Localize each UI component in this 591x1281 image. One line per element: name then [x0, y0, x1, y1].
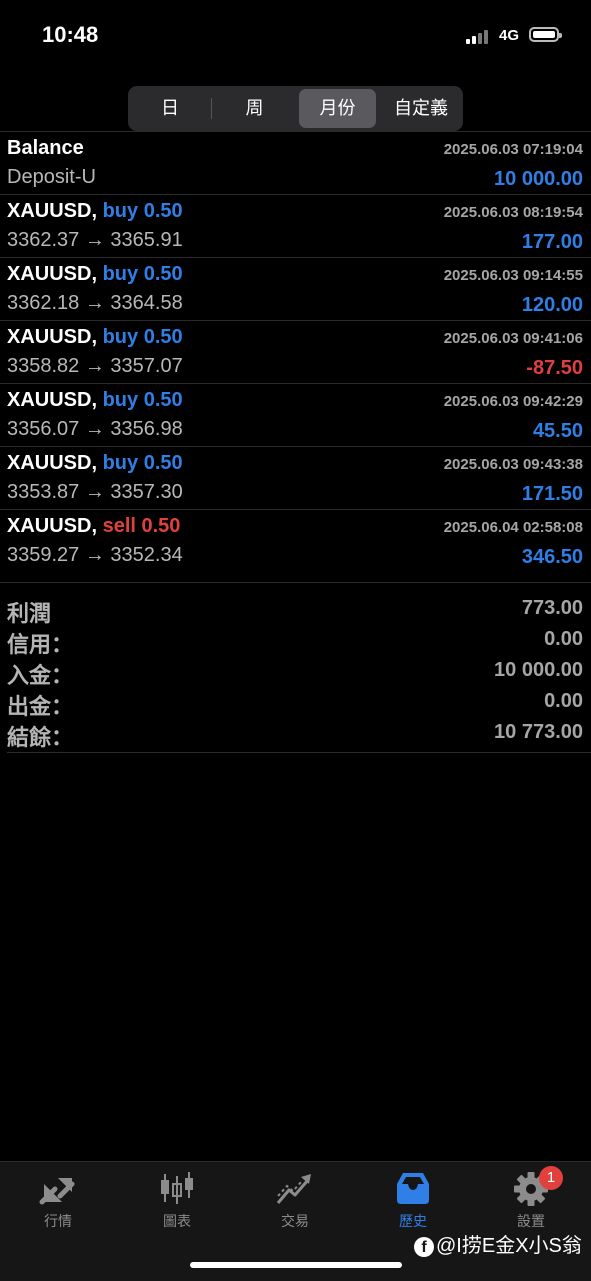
summary-row-profit: 利潤 773.00 — [0, 591, 591, 626]
summary-row-credit: 信用： 0.00 — [0, 622, 591, 657]
trade-volume: 0.50 — [143, 389, 183, 411]
balance-subtitle: Deposit-U — [7, 166, 96, 188]
segment-divider — [211, 98, 212, 119]
notification-badge: 1 — [539, 1166, 563, 1190]
trade-profit: 45.50 — [532, 420, 583, 442]
trade-profit: 171.50 — [521, 483, 583, 505]
history-list: Balance Deposit-U 2025.06.03 07:19:04 10… — [0, 131, 591, 572]
network-type: 4G — [499, 27, 520, 44]
tab-custom[interactable]: 自定義 — [380, 89, 462, 128]
trade-row[interactable]: XAUUSD, buy 0.50 3358.82 → 3357.07 2025.… — [0, 320, 591, 383]
trade-volume: 0.50 — [141, 515, 181, 537]
trade-row[interactable]: XAUUSD, buy 0.50 3362.18 → 3364.58 2025.… — [0, 257, 591, 320]
trade-side: buy — [102, 200, 139, 222]
watermark-text: @I捞E金X小S翁 — [436, 1235, 582, 1257]
trade-prices: 3362.18 → 3364.58 — [7, 292, 183, 314]
period-segmented-control: 日 周 月份 自定義 — [128, 86, 463, 131]
trade-row[interactable]: XAUUSD, buy 0.50 3356.07 → 3356.98 2025.… — [0, 383, 591, 446]
tab-month[interactable]: 月份 — [299, 89, 376, 128]
tab-label: 歷史 — [399, 1213, 427, 1229]
trade-header: XAUUSD, buy 0.50 — [7, 326, 183, 349]
summary-value: 773.00 — [521, 597, 583, 619]
tab-label: 圖表 — [163, 1213, 191, 1229]
trade-volume: 0.50 — [143, 200, 183, 222]
status-time: 10:48 — [42, 22, 99, 47]
trade-prices: 3358.82 → 3357.07 — [7, 355, 183, 377]
tab-charts[interactable]: 圖表 — [137, 1170, 217, 1231]
balance-amount: 10 000.00 — [494, 168, 583, 190]
quotes-arrows-icon — [39, 1178, 75, 1205]
trade-header: XAUUSD, buy 0.50 — [7, 200, 183, 223]
balance-row[interactable]: Balance Deposit-U 2025.06.03 07:19:04 10… — [0, 131, 591, 194]
trade-datetime: 2025.06.04 02:58:08 — [443, 519, 583, 536]
status-bar: 10:48 4G — [0, 0, 591, 70]
trade-prices: 3353.87 → 3357.30 — [7, 481, 183, 503]
trade-side: buy — [102, 452, 139, 474]
trade-datetime: 2025.06.03 09:14:55 — [443, 267, 583, 284]
trade-header: XAUUSD, buy 0.50 — [7, 389, 183, 412]
trade-datetime: 2025.06.03 08:19:54 — [443, 204, 583, 221]
summary-value: 10 000.00 — [494, 659, 583, 681]
trade-prices: 3356.07 → 3356.98 — [7, 418, 183, 440]
trade-side: buy — [102, 263, 139, 285]
trade-symbol: XAUUSD, — [7, 326, 98, 348]
summary-row-deposit: 入金： 10 000.00 — [0, 653, 591, 688]
tab-settings[interactable]: 1 設置 — [491, 1166, 571, 1231]
history-inbox-icon — [397, 1173, 429, 1204]
balance-datetime: 2025.06.03 07:19:04 — [443, 141, 583, 158]
trade-datetime: 2025.06.03 09:42:29 — [443, 393, 583, 410]
tab-week[interactable]: 周 — [213, 89, 296, 128]
tab-label: 交易 — [281, 1213, 309, 1229]
watermark: f @I捞E金X小S翁 — [414, 1229, 582, 1258]
trade-row[interactable]: XAUUSD, buy 0.50 3362.37 → 3365.91 2025.… — [0, 194, 591, 257]
summary-row-balance: 結餘： 10 773.00 — [0, 715, 591, 750]
tab-quotes[interactable]: 行情 — [18, 1170, 98, 1231]
trade-row[interactable]: XAUUSD, buy 0.50 3353.87 → 3357.30 2025.… — [0, 446, 591, 509]
trade-profit: 177.00 — [521, 231, 583, 253]
trade-trend-icon — [276, 1174, 311, 1204]
summary-section: 利潤 773.00 信用： 0.00 入金： 10 000.00 出金： 0.0… — [0, 582, 591, 750]
trade-datetime: 2025.06.03 09:41:06 — [443, 330, 583, 347]
home-indicator[interactable] — [190, 1262, 402, 1268]
trade-profit: 120.00 — [521, 294, 583, 316]
tab-label: 行情 — [44, 1213, 72, 1229]
trade-profit: 346.50 — [521, 546, 583, 568]
tab-day[interactable]: 日 — [131, 89, 209, 128]
trade-datetime: 2025.06.03 09:43:38 — [443, 456, 583, 473]
summary-row-withdrawal: 出金： 0.00 — [0, 684, 591, 719]
facebook-icon: f — [414, 1236, 434, 1257]
trade-symbol: XAUUSD, — [7, 389, 98, 411]
trade-volume: 0.50 — [143, 452, 183, 474]
balance-title: Balance — [7, 137, 84, 159]
trade-header: XAUUSD, buy 0.50 — [7, 452, 183, 475]
battery-icon — [529, 27, 562, 42]
tab-trade[interactable]: 交易 — [255, 1170, 335, 1231]
trade-symbol: XAUUSD, — [7, 263, 98, 285]
trade-symbol: XAUUSD, — [7, 200, 98, 222]
trade-row[interactable]: XAUUSD, sell 0.50 3359.27 → 3352.34 2025… — [0, 509, 591, 572]
trade-volume: 0.50 — [143, 263, 183, 285]
trade-symbol: XAUUSD, — [7, 515, 98, 537]
tab-history[interactable]: 歷史 — [373, 1170, 453, 1231]
candlestick-chart-icon — [161, 1172, 193, 1204]
trade-profit: -87.50 — [526, 357, 583, 379]
summary-label: 結餘： — [7, 725, 74, 750]
trade-volume: 0.50 — [143, 326, 183, 348]
trade-prices: 3359.27 → 3352.34 — [7, 544, 183, 566]
summary-divider — [7, 752, 591, 753]
trade-side: sell — [102, 515, 136, 537]
trade-side: buy — [102, 389, 139, 411]
trade-side: buy — [102, 326, 139, 348]
summary-value: 0.00 — [544, 690, 583, 712]
tab-label: 設置 — [517, 1213, 545, 1229]
summary-value: 10 773.00 — [494, 721, 583, 743]
summary-value: 0.00 — [544, 628, 583, 650]
trade-symbol: XAUUSD, — [7, 452, 98, 474]
trade-header: XAUUSD, sell 0.50 — [7, 515, 180, 538]
trade-prices: 3362.37 → 3365.91 — [7, 229, 183, 251]
trade-header: XAUUSD, buy 0.50 — [7, 263, 183, 286]
signal-icon — [466, 28, 494, 44]
